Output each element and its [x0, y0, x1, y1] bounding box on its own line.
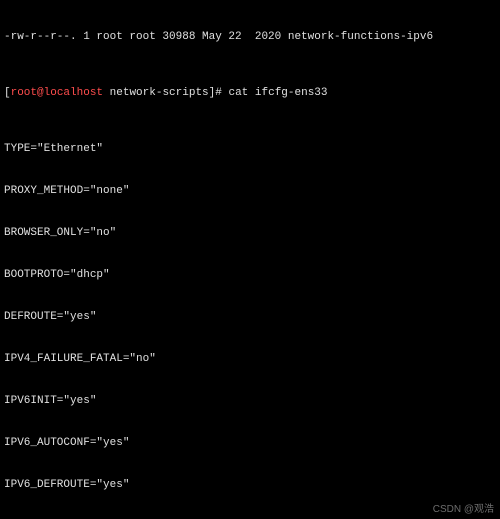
ls-line: -rw-r--r--. 1 root root 30988 May 22 202… [4, 30, 496, 44]
prompt-cwd: network-scripts [110, 87, 209, 99]
bracket-open: [ [4, 87, 11, 99]
cfg-line: PROXY_METHOD="none" [4, 184, 496, 198]
cfg-line: TYPE="Ethernet" [4, 142, 496, 156]
watermark: CSDN @观浩 [433, 503, 494, 517]
cfg-line: IPV6_AUTOCONF="yes" [4, 436, 496, 450]
cfg-line: IPV6INIT="yes" [4, 394, 496, 408]
cfg-line: IPV6_DEFROUTE="yes" [4, 478, 496, 492]
prompt-sep [103, 87, 110, 99]
terminal[interactable]: -rw-r--r--. 1 root root 30988 May 22 202… [0, 0, 500, 519]
command-cat1: cat ifcfg-ens33 [228, 87, 327, 99]
cfg-line: BOOTPROTO="dhcp" [4, 268, 496, 282]
prompt-user-host: root@localhost [11, 87, 103, 99]
cfg-line: DEFROUTE="yes" [4, 310, 496, 324]
cfg-line: IPV4_FAILURE_FATAL="no" [4, 352, 496, 366]
prompt-line: [root@localhost network-scripts]# cat if… [4, 86, 496, 100]
cfg-line: BROWSER_ONLY="no" [4, 226, 496, 240]
bracket-close: ]# [209, 87, 229, 99]
